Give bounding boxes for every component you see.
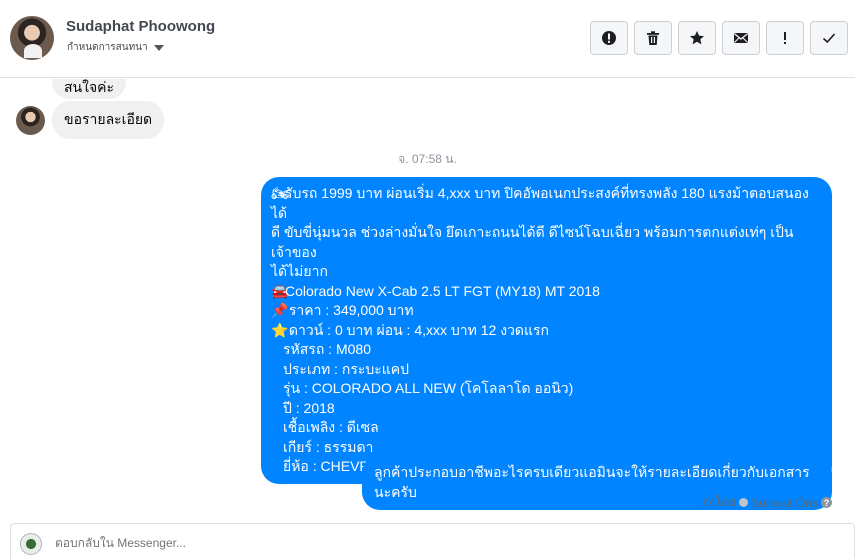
contact-name[interactable]: Sudaphat Phoowong bbox=[66, 18, 215, 35]
exclamation-icon bbox=[784, 32, 786, 44]
page-avatar-icon bbox=[20, 533, 42, 555]
star-button[interactable] bbox=[678, 21, 716, 55]
message-line: ได้ไม่ยาก bbox=[271, 263, 328, 279]
envelope-icon bbox=[734, 33, 748, 43]
message-line: 🏍รับรถ 1999 บาท ผ่อนเริ่ม 4,xxx บาท ปิคอ… bbox=[271, 185, 809, 221]
message-line: ⭐ ดาวน์ : 0 บาท ผ่อน : 4,xxx บาท 12 งวดแ… bbox=[271, 321, 822, 341]
sent-by-label: ส่งโดย bbox=[701, 495, 737, 509]
help-icon[interactable]: ? bbox=[821, 497, 832, 508]
sender-avatar-icon bbox=[739, 498, 749, 507]
delete-button[interactable] bbox=[634, 21, 672, 55]
caret-down-icon bbox=[153, 44, 164, 51]
spec-line: ประเภท : กระบะแคป bbox=[283, 360, 410, 377]
spec-line: ปี : 2018 bbox=[283, 399, 335, 416]
contact-avatar[interactable] bbox=[10, 16, 54, 60]
conversation-status-label: กำหนดการสนทนา bbox=[67, 42, 148, 53]
spec-line: รุ่น : COLORADO ALL NEW (โคโลลาโด ออนิว) bbox=[283, 380, 574, 396]
conversation-status-dropdown[interactable]: กำหนดการสนทนา bbox=[67, 40, 164, 55]
header-actions bbox=[590, 21, 848, 55]
mark-done-button[interactable] bbox=[810, 21, 848, 55]
conversation-header: Sudaphat Phoowong กำหนดการสนทนา bbox=[0, 0, 855, 78]
message-line: 📌 ราคา : 349,000 บาท bbox=[271, 301, 822, 321]
message-line: ดี ขับขี่นุ่มนวล ช่วงล่างมั่นใจ ยึดเกาะถ… bbox=[271, 224, 794, 260]
contact-avatar-small bbox=[16, 106, 45, 135]
incoming-message: ขอรายละเอียด bbox=[52, 101, 165, 139]
message-line: 🚘Colorado New X-Cab 2.5 LT FGT (MY18) MT… bbox=[271, 282, 822, 302]
message-timestamp: จ. 07:58 น. bbox=[398, 152, 457, 166]
incoming-message: สนใจค่ะ bbox=[52, 79, 127, 99]
check-icon bbox=[822, 33, 836, 44]
sent-by-info: ส่งโดย Surayut Ons ? bbox=[702, 493, 832, 512]
mark-spam-button[interactable] bbox=[590, 21, 628, 55]
car-icon: 🚘 bbox=[271, 282, 289, 299]
spec-line: รหัสรถ : M080 bbox=[283, 341, 371, 357]
sender-name: Surayut Ons bbox=[751, 495, 818, 510]
message-thread[interactable]: สนใจค่ะ ขอรายละเอียด จ. 07:58 น. 🏍รับรถ … bbox=[0, 79, 855, 516]
reply-input[interactable] bbox=[55, 536, 815, 550]
star-emoji-icon: ⭐ bbox=[271, 321, 289, 338]
spec-line: เชื้อเพลิง : ดีเซล bbox=[283, 419, 379, 435]
star-icon bbox=[690, 31, 704, 45]
trash-icon bbox=[647, 31, 659, 45]
outgoing-message-listing: 🏍รับรถ 1999 บาท ผ่อนเริ่ม 4,xxx บาท ปิคอ… bbox=[261, 177, 832, 484]
alert-circle-icon bbox=[602, 31, 616, 45]
important-button[interactable] bbox=[766, 21, 804, 55]
pushpin-icon: 📌 bbox=[271, 302, 289, 318]
motorcycle-icon: 🏍 bbox=[271, 185, 289, 201]
mark-unread-button[interactable] bbox=[722, 21, 760, 55]
reply-composer[interactable] bbox=[10, 523, 855, 559]
